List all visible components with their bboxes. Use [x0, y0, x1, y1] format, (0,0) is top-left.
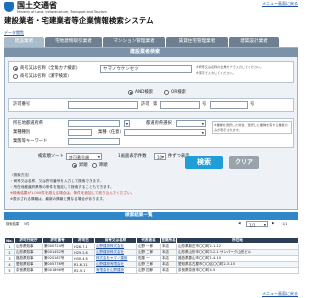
name-kanji-label: 商号又は名称（漢字検索）	[20, 73, 72, 79]
row-license: 第001896号	[42, 267, 73, 274]
license-prefix-label: 第	[153, 102, 158, 107]
or-search-label: OR検索	[171, 89, 186, 95]
clear-button[interactable]: クリア	[229, 156, 259, 169]
menu-back-link-top[interactable]: メニュー画面に戻る	[262, 2, 298, 6]
table-row: 5 奈良県知事 第001896号 R2.9.1 有限会社山野建設 山野 四郎 本…	[4, 267, 299, 274]
license-suffix-label: 号	[202, 102, 207, 107]
search-button[interactable]: 検索	[185, 156, 223, 169]
row-address: 奈良県奈良市〇〇町4-5	[176, 267, 299, 274]
hint-line-2: ・所在地都道府県等の条件を指定して検索することもできます。	[10, 185, 114, 189]
biz-sub-label: 業種（任意）	[98, 130, 124, 135]
results-count-label: 検索結果	[6, 222, 20, 226]
sort-asc-label: 昇順	[79, 162, 88, 168]
row-company-link[interactable]: 有限会社山野建設	[94, 267, 137, 274]
name-input-note-2: ※漢字で入力してください。	[196, 71, 236, 75]
pref-label: 所在地都道府県	[13, 121, 44, 126]
results-title: 検索結果一覧	[125, 212, 153, 218]
results-table: No. 許可行政庁 許可番号 許可日 商号又は名称 代表者名 営業所名 所在地 …	[4, 237, 299, 274]
page-title: 建設業者・宅建業者等企業情報検索システム	[4, 16, 154, 25]
row-date: R2.9.1	[72, 267, 95, 274]
hint-title: （検索方法）	[10, 173, 32, 177]
biz-type-select[interactable]	[124, 129, 206, 137]
row-authority: 奈良県知事	[14, 267, 43, 274]
tab-rental-management[interactable]: 賃貸住宅管理業者	[166, 37, 228, 47]
col-office: 営業所名	[160, 237, 177, 244]
pref-dropdown-toggle[interactable]	[124, 120, 130, 128]
radio-or-search[interactable]	[164, 90, 169, 95]
radio-sort-asc[interactable]	[72, 163, 77, 168]
name-kana-label: 商号又は名称（全角カナ検索）	[20, 65, 81, 71]
ministry-name: 国土交通省	[17, 1, 57, 10]
name-input-note: ※商号又は名称の全角カナで入力してください。	[196, 65, 264, 69]
license-mid-label: 許可	[141, 102, 150, 107]
biz-type-input[interactable]	[68, 129, 92, 136]
sort-label: 検索順ソート	[38, 154, 64, 159]
row-office: 本店	[160, 267, 177, 274]
pager-prev-icon[interactable]: ◀	[238, 221, 241, 225]
keyword-input[interactable]	[68, 138, 120, 145]
license-authority-input[interactable]	[68, 101, 138, 109]
page-size-label: 1画面表示件数	[118, 154, 147, 159]
company-name-input[interactable]: ヤマノウケンセツ	[100, 65, 192, 73]
and-search-label: AND検索	[135, 89, 154, 95]
page-size-select[interactable]: 10	[154, 153, 166, 161]
row-no: 5	[4, 267, 15, 274]
category-tabs: 建設業者 宅地建物取引業者 マンション管理業者 賃貸住宅管理業者 建築設計業者	[4, 37, 298, 47]
hint-line-1: ・商号又は名称、又は許可番号を入力して検索できます。	[10, 179, 103, 183]
sort-select[interactable]: 許可番号順	[66, 153, 102, 161]
sort-desc-label: 降順	[99, 162, 108, 168]
license-suffix-label-2: 号	[250, 102, 255, 107]
menu-back-link-bottom[interactable]: メニュー画面に戻る	[262, 292, 298, 296]
hint-line-3: ※検索結果が1,000件を超える場合は、条件を追加して絞り込んでください。	[10, 191, 135, 195]
pager-select[interactable]: 1/1	[246, 221, 268, 229]
tab-architect[interactable]: 建築設計業者	[229, 37, 279, 47]
pager-next-icon[interactable]: ▶	[272, 221, 275, 225]
biz-type-note: ※業種を選択した場合、選択した業種を有する業者のみが表示されます。	[212, 121, 292, 134]
radio-and-search[interactable]	[128, 90, 133, 95]
radio-name-kanji[interactable]	[13, 74, 18, 79]
pref-select-label: 都道府県選択	[146, 121, 172, 126]
radio-name-kana[interactable]	[13, 66, 18, 71]
license-number-from-input[interactable]	[160, 101, 200, 109]
radio-sort-desc[interactable]	[92, 163, 97, 168]
tab-condo-management[interactable]: マンション管理業者	[103, 37, 165, 47]
license-number-to-input[interactable]	[210, 101, 248, 109]
results-count: 5件	[24, 222, 30, 226]
search-panel-title: 建設業者検索	[130, 49, 161, 55]
pager-text: 1/1	[282, 222, 288, 226]
tab-construction[interactable]: 建設業者	[4, 37, 44, 47]
pref-input[interactable]	[68, 120, 120, 127]
guide-link[interactable]: データ閲覧	[4, 31, 24, 35]
tab-real-estate[interactable]: 宅地建物取引業者	[45, 37, 102, 47]
license-label: 許可番号	[13, 102, 31, 107]
mlit-logo-icon	[4, 2, 14, 12]
pref-select[interactable]	[176, 120, 206, 128]
keyword-label: 業態等キーワード	[13, 139, 48, 144]
ministry-name-en: Ministry of Land, Infrastructure, Transp…	[17, 10, 107, 14]
biz-type-label: 業種種別	[13, 130, 31, 135]
row-rep: 山野 四郎	[136, 267, 161, 274]
hint-line-4: ※表示される情報は、最新の情報と異なる場合があります。	[10, 197, 107, 201]
